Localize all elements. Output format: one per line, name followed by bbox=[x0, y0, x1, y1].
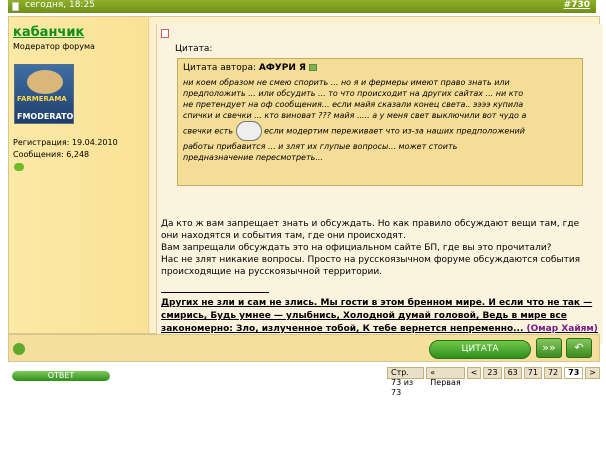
avatar-role: FMODERATOR bbox=[17, 112, 74, 121]
quote-line: предназначение пересмотреть... bbox=[183, 153, 323, 162]
quote-author-prefix: Цитата автора: bbox=[183, 63, 259, 73]
registration-date: Регистрация: 19.04.2010 bbox=[13, 138, 118, 147]
post-footer: ЦИТАТА »» ↶ bbox=[8, 334, 600, 362]
signature: Других не зли и сам не злись. Мы гости в… bbox=[161, 297, 601, 336]
quote-line: спички и свечки ... кто виноват ??? майя… bbox=[183, 111, 527, 120]
quote-button[interactable]: ЦИТАТА bbox=[429, 340, 531, 359]
quote-line-part: свечки есть bbox=[183, 126, 234, 136]
quote-author: АФУРИ Я bbox=[258, 63, 306, 73]
pager-page[interactable]: 23 bbox=[483, 367, 502, 379]
pager-next[interactable]: > bbox=[585, 367, 600, 379]
quote-author-line: Цитата автора: АФУРИ Я bbox=[183, 63, 317, 73]
message-area: Цитата: Цитата автора: АФУРИ Я ни коем о… bbox=[156, 24, 603, 344]
avatar-brand: FARMERAMA bbox=[17, 95, 67, 103]
avatar: FARMERAMA FMODERATOR bbox=[14, 64, 74, 124]
post-date: сегодня, 18:25 bbox=[25, 0, 95, 10]
pager-first[interactable]: « Первая bbox=[426, 367, 465, 387]
quote-line: свечки есть если модертим переживает что… bbox=[183, 121, 577, 141]
view-post-icon[interactable] bbox=[308, 64, 317, 71]
post-number-link[interactable]: #730 bbox=[564, 0, 590, 10]
pager-prev[interactable]: < bbox=[466, 367, 482, 379]
message-paragraph: Вам запрещали обсуждать это на официальн… bbox=[161, 243, 552, 253]
sheep-smiley-icon bbox=[235, 121, 262, 141]
quote-box: Цитата автора: АФУРИ Я ни коем образом н… bbox=[177, 58, 583, 186]
pager-current: 73 bbox=[564, 367, 584, 379]
quote-block: Цитата: Цитата автора: АФУРИ Я ни коем о… bbox=[175, 44, 585, 202]
pager-page[interactable]: 71 bbox=[523, 367, 542, 379]
message-count: Сообщения: 6,248 bbox=[13, 150, 90, 159]
quote-text: ни коем образом не смею спорить ... но я… bbox=[183, 77, 577, 163]
signature-divider bbox=[161, 292, 269, 293]
document-icon bbox=[12, 2, 19, 11]
post-header: сегодня, 18:25 #730 bbox=[8, 0, 596, 13]
pager-page[interactable]: 63 bbox=[503, 367, 522, 379]
post-content: Цитата: Цитата автора: АФУРИ Я ни коем о… bbox=[151, 17, 603, 344]
message-paragraph: Нас не злят никакие вопросы. Просто на р… bbox=[161, 255, 581, 277]
quote-line: работы прибавится ... и злят их глупые в… bbox=[183, 142, 458, 151]
message-paragraph: Да кто ж вам запрещает знать и обсуждать… bbox=[161, 219, 580, 241]
signature-author: (Омар Хайям) bbox=[526, 324, 598, 334]
reply-icon[interactable]: ↶ bbox=[566, 338, 592, 358]
bottom-bar: ОТВЕТ Стр. 73 из 73 « Первая < 23 63 71 … bbox=[8, 367, 600, 397]
quote-line: ни коем образом не смею спорить ... но я… bbox=[183, 78, 510, 87]
quote-line: не претендует на оф сообщения... если ма… bbox=[183, 100, 524, 109]
reply-button[interactable]: ОТВЕТ bbox=[12, 371, 110, 381]
online-status-icon bbox=[13, 343, 25, 355]
username-link[interactable]: кабанчик bbox=[13, 25, 84, 40]
user-role: Модератор форума bbox=[13, 42, 95, 51]
pager-page[interactable]: 72 bbox=[543, 367, 563, 379]
quote-line: предположить ... или обсудить ... то что… bbox=[183, 89, 524, 98]
reputation-icon[interactable] bbox=[14, 163, 24, 171]
pagination: Стр. 73 из 73 « Первая < 23 63 71 72 73 … bbox=[387, 367, 600, 397]
pager-info: Стр. 73 из 73 bbox=[387, 367, 425, 397]
post-icon bbox=[161, 29, 169, 38]
quote-title: Цитата: bbox=[175, 44, 213, 54]
post-body: кабанчик Модератор форума FARMERAMA FMOD… bbox=[8, 16, 603, 344]
multi-quote-icon[interactable]: »» bbox=[536, 338, 562, 358]
message-text: Да кто ж вам запрещает знать и обсуждать… bbox=[161, 218, 593, 278]
user-panel: кабанчик Модератор форума FARMERAMA FMOD… bbox=[9, 17, 149, 333]
avatar-face bbox=[27, 70, 63, 94]
quote-line-part: если модертим переживает что из-за наших… bbox=[264, 126, 525, 136]
